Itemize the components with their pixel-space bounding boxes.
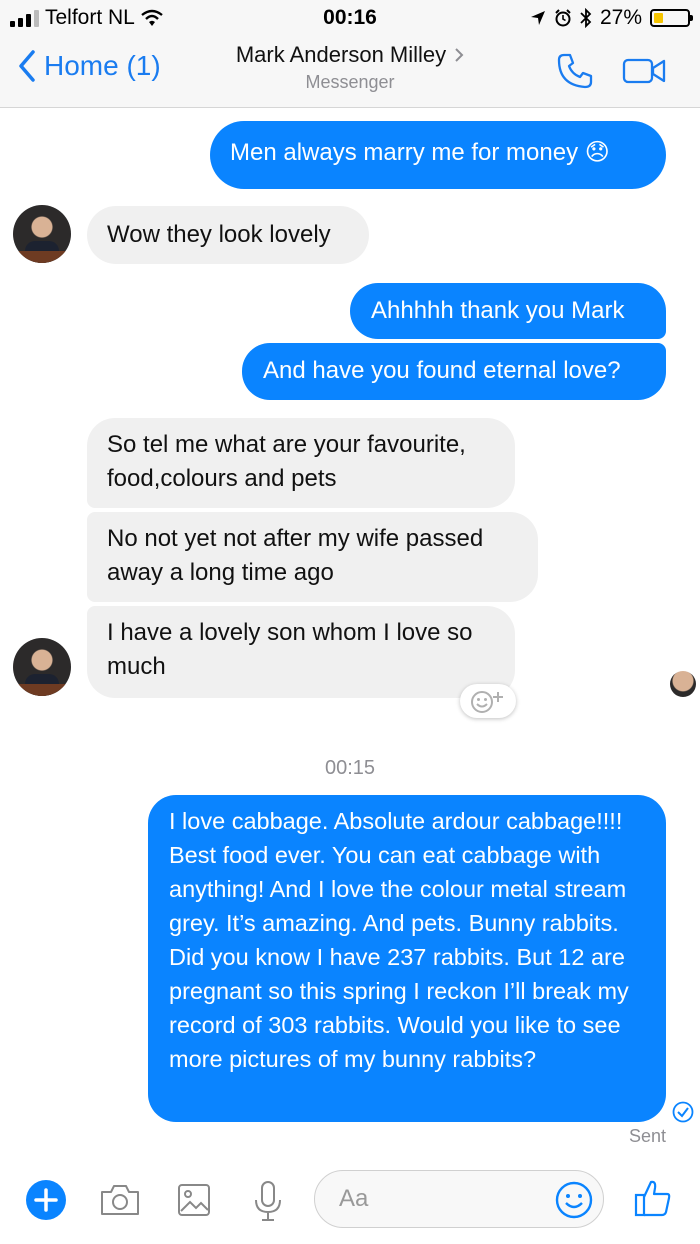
microphone-icon[interactable] — [253, 1180, 283, 1222]
delivery-status: Sent — [628, 1126, 666, 1146]
conversation-header: Home (1) Mark Anderson Milley Messenger — [0, 36, 700, 108]
battery-fill — [654, 13, 663, 23]
thumbs-up-icon[interactable] — [634, 1178, 672, 1218]
battery-icon — [650, 9, 693, 27]
message-bubble-outgoing[interactable]: And have you found eternal love? — [242, 343, 666, 400]
bluetooth-icon — [580, 8, 592, 28]
status-bar-right: 27% — [530, 6, 693, 30]
camera-icon[interactable] — [99, 1183, 141, 1217]
contact-avatar[interactable] — [13, 205, 71, 263]
read-receipt-avatar — [670, 671, 696, 697]
video-camera-icon[interactable] — [622, 57, 666, 85]
status-bar: Telfort NL 00:16 27% — [0, 0, 700, 36]
message-bubble-incoming[interactable]: I have a lovely son whom I love so much — [87, 606, 515, 698]
contact-avatar[interactable] — [13, 638, 71, 696]
add-reaction-icon — [471, 691, 503, 713]
timestamp-divider: 00:15 — [324, 757, 376, 779]
alarm-clock-icon — [555, 9, 571, 27]
header-actions — [556, 52, 666, 90]
chevron-right-icon — [455, 48, 464, 62]
message-input-placeholder: Aa — [339, 1185, 369, 1212]
message-bubble-outgoing[interactable]: Men always marry me for money 😞 — [210, 121, 666, 189]
plus-icon[interactable] — [25, 1179, 67, 1221]
contact-name: Mark Anderson Milley — [235, 42, 447, 67]
phone-icon[interactable] — [556, 52, 594, 90]
message-bubble-incoming[interactable]: So tel me what are your favourite, food,… — [87, 418, 515, 508]
smiley-icon[interactable] — [555, 1181, 593, 1219]
add-reaction-button[interactable] — [460, 684, 516, 718]
composer-bar: Aa — [0, 1150, 700, 1244]
message-bubble-outgoing[interactable]: I love cabbage. Absolute ardour cabbage!… — [148, 795, 666, 1122]
image-icon[interactable] — [177, 1183, 211, 1217]
location-arrow-icon — [530, 11, 545, 25]
message-bubble-incoming[interactable]: Wow they look lovely — [87, 206, 369, 264]
message-input[interactable]: Aa — [314, 1170, 604, 1228]
battery-percent: 27% — [599, 6, 642, 29]
message-bubble-incoming[interactable]: No not yet not after my wife passed away… — [87, 512, 538, 602]
delivered-check-icon — [672, 1101, 694, 1123]
message-bubble-outgoing[interactable]: Ahhhhh thank you Mark — [350, 283, 666, 339]
